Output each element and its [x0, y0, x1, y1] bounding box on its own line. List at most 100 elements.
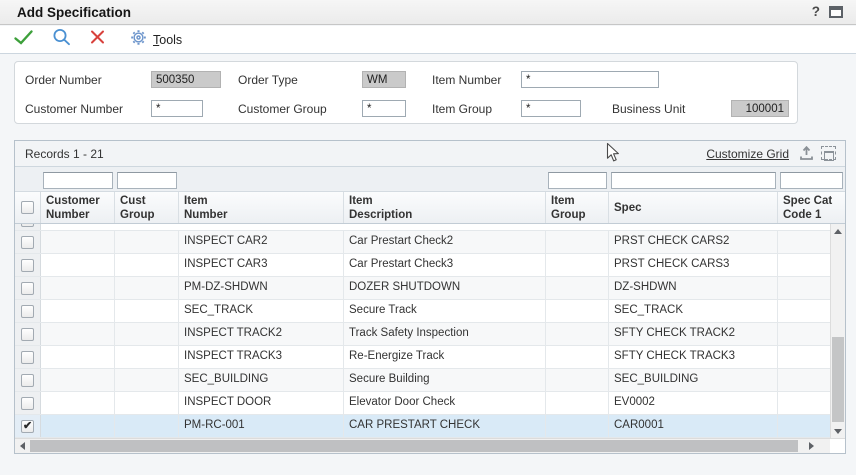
- cell-item-description[interactable]: Re-Energize Track: [344, 346, 546, 368]
- cell-spec-cat[interactable]: [778, 392, 832, 414]
- export-grid-icon[interactable]: [799, 146, 814, 166]
- cell-item-number[interactable]: INSPECT TRACK2: [179, 323, 344, 345]
- col-header-item-group[interactable]: ItemGroup: [546, 192, 609, 223]
- cell-item-group[interactable]: [546, 277, 609, 299]
- row-checkbox[interactable]: [21, 397, 34, 410]
- vertical-scrollbar[interactable]: [830, 224, 845, 438]
- table-row[interactable]: SEC_BUILDING Secure Building SEC_BUILDIN…: [15, 369, 832, 392]
- select-all-checkbox[interactable]: [21, 201, 34, 214]
- cell-spec-cat[interactable]: [778, 415, 832, 437]
- cell-item-description[interactable]: Secure Track: [344, 300, 546, 322]
- cell-item-number[interactable]: INSPECT CAR2: [179, 231, 344, 253]
- cell-item-number[interactable]: INSPECT CAR3: [179, 254, 344, 276]
- cell-cust-group[interactable]: [115, 369, 179, 391]
- scroll-right-button[interactable]: [804, 439, 818, 453]
- row-checkbox[interactable]: [21, 259, 34, 272]
- cell-item-group[interactable]: [546, 369, 609, 391]
- cell-item-group[interactable]: [546, 323, 609, 345]
- vertical-scrollbar-thumb[interactable]: [832, 337, 844, 422]
- cell-item-description[interactable]: Secure Building: [344, 369, 546, 391]
- cell-spec[interactable]: EV0002: [609, 392, 778, 414]
- cell-customer-number[interactable]: [41, 415, 115, 437]
- cell-item-group[interactable]: [546, 346, 609, 368]
- cell-spec-cat[interactable]: [778, 369, 832, 391]
- cell-item-description[interactable]: CAR PRESTART CHECK: [344, 415, 546, 437]
- cell-item-group[interactable]: [546, 254, 609, 276]
- filter-spec-input[interactable]: [611, 172, 776, 189]
- cell-spec[interactable]: CAR0001: [609, 415, 778, 437]
- col-header-cust-group[interactable]: CustGroup: [115, 192, 179, 223]
- table-row[interactable]: INSPECT DOOR Elevator Door Check EV0002: [15, 392, 832, 415]
- table-row[interactable]: INSPECT TRACK3 Re-Energize Track SFTY CH…: [15, 346, 832, 369]
- cell-item-number[interactable]: INSPECT TRACK3: [179, 346, 344, 368]
- cell-item-number[interactable]: SEC_TRACK: [179, 300, 344, 322]
- cell-customer-number[interactable]: [41, 392, 115, 414]
- cell-spec[interactable]: PRST CHECK CARS3: [609, 254, 778, 276]
- row-checkbox[interactable]: [21, 236, 34, 249]
- cell-spec-cat[interactable]: [778, 346, 832, 368]
- cell-item-number[interactable]: INSPECT DOOR: [179, 392, 344, 414]
- cell-spec[interactable]: SFTY CHECK TRACK3: [609, 346, 778, 368]
- cell-item-number[interactable]: PM-DZ-SHDWN: [179, 277, 344, 299]
- cell-cust-group[interactable]: [115, 415, 179, 437]
- cell-cust-group[interactable]: [115, 323, 179, 345]
- cell-item-description[interactable]: Track Safety Inspection: [344, 323, 546, 345]
- cell-customer-number[interactable]: [41, 346, 115, 368]
- cell-item-description[interactable]: Car Prestart Check3: [344, 254, 546, 276]
- col-header-spec-cat-code-1[interactable]: Spec CatCode 1: [778, 192, 845, 223]
- cell-spec-cat[interactable]: [778, 254, 832, 276]
- horizontal-scrollbar[interactable]: [15, 439, 830, 453]
- cell-customer-number[interactable]: [41, 277, 115, 299]
- cell-item-description[interactable]: DOZER SHUTDOWN: [344, 277, 546, 299]
- tools-button[interactable]: Tools: [130, 29, 182, 51]
- popout-grid-icon[interactable]: [821, 146, 836, 160]
- table-row[interactable]: INSPECT CAR2 Car Prestart Check2 PRST CH…: [15, 231, 832, 254]
- customize-grid-link[interactable]: Customize Grid: [706, 147, 789, 161]
- cell-spec[interactable]: PRST CHECK CARS2: [609, 231, 778, 253]
- help-button[interactable]: ?: [812, 4, 820, 19]
- row-checkbox[interactable]: [21, 282, 34, 295]
- cell-cust-group[interactable]: [115, 392, 179, 414]
- customer-number-field[interactable]: [151, 100, 203, 117]
- table-row[interactable]: INSPECT TRACK2 Track Safety Inspection S…: [15, 323, 832, 346]
- item-group-field[interactable]: [521, 100, 581, 117]
- row-checkbox[interactable]: [21, 420, 34, 433]
- cell-cust-group[interactable]: [115, 231, 179, 253]
- cell-spec[interactable]: DZ-SHDWN: [609, 277, 778, 299]
- cell-cust-group[interactable]: [115, 277, 179, 299]
- cell-item-number[interactable]: PM-RC-001: [179, 415, 344, 437]
- cell-spec[interactable]: SEC_BUILDING: [609, 369, 778, 391]
- cell-item-description[interactable]: Car Prestart Check2: [344, 231, 546, 253]
- maximize-icon[interactable]: [829, 6, 843, 18]
- table-row[interactable]: PM-RC-001 CAR PRESTART CHECK CAR0001: [15, 415, 832, 438]
- cell-customer-number[interactable]: [41, 323, 115, 345]
- scroll-up-button[interactable]: [831, 224, 845, 238]
- cell-item-group[interactable]: [546, 415, 609, 437]
- cell-customer-number[interactable]: [41, 254, 115, 276]
- cell-item-group[interactable]: [546, 300, 609, 322]
- horizontal-scrollbar-thumb[interactable]: [30, 440, 798, 452]
- item-number-field[interactable]: [521, 71, 659, 88]
- cell-item-group[interactable]: [546, 392, 609, 414]
- cell-spec[interactable]: SFTY CHECK TRACK2: [609, 323, 778, 345]
- cell-item-group[interactable]: [546, 231, 609, 253]
- cell-spec[interactable]: SEC_TRACK: [609, 300, 778, 322]
- cell-spec-cat[interactable]: [778, 323, 832, 345]
- filter-customer-number-input[interactable]: [43, 172, 113, 189]
- col-header-item-number[interactable]: ItemNumber: [179, 192, 344, 223]
- cell-spec-cat[interactable]: [778, 277, 832, 299]
- row-checkbox[interactable]: [21, 374, 34, 387]
- cell-spec-cat[interactable]: [778, 231, 832, 253]
- row-checkbox[interactable]: [21, 305, 34, 318]
- table-row[interactable]: SEC_TRACK Secure Track SEC_TRACK: [15, 300, 832, 323]
- scroll-left-button[interactable]: [15, 439, 29, 453]
- filter-spec-cat-input[interactable]: [780, 172, 843, 189]
- table-row[interactable]: PM-DZ-SHDWN DOZER SHUTDOWN DZ-SHDWN: [15, 277, 832, 300]
- cell-cust-group[interactable]: [115, 254, 179, 276]
- col-header-customer-number[interactable]: CustomerNumber: [41, 192, 115, 223]
- row-checkbox[interactable]: [21, 328, 34, 341]
- cell-item-number[interactable]: SEC_BUILDING: [179, 369, 344, 391]
- ok-button[interactable]: [13, 29, 34, 51]
- table-row[interactable]: INSPECT CAR3 Car Prestart Check3 PRST CH…: [15, 254, 832, 277]
- cell-customer-number[interactable]: [41, 369, 115, 391]
